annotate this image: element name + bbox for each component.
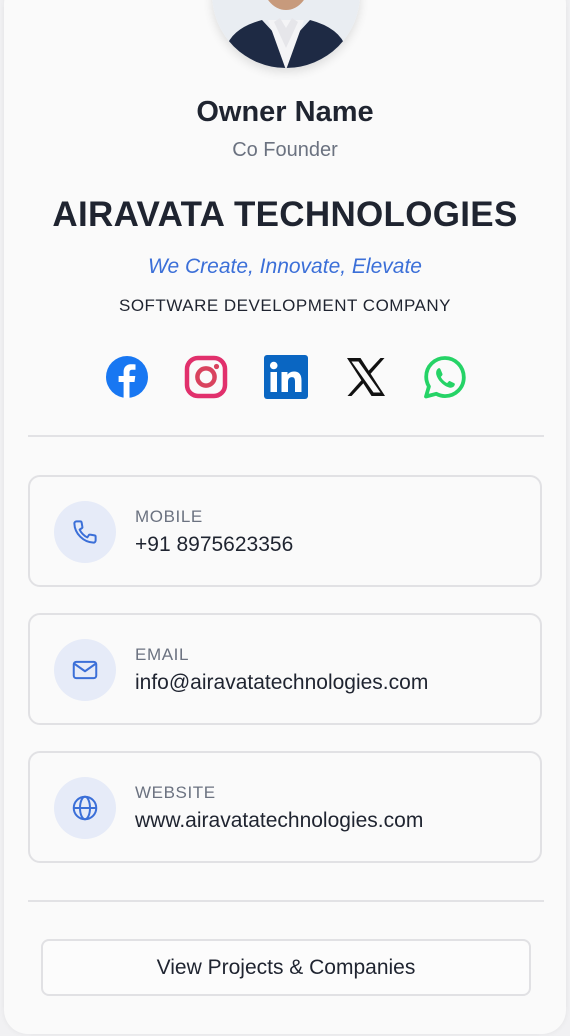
phone-icon [54,501,116,563]
mobile-value: +91 8975623356 [135,533,294,556]
x-link[interactable] [344,355,388,399]
mobile-card[interactable]: MOBILE +91 8975623356 [28,475,542,587]
owner-name: Owner Name [196,96,374,128]
instagram-icon [184,355,228,399]
globe-icon [54,777,116,839]
website-card[interactable]: WEBSITE www.airavatatechnologies.com [28,751,542,863]
company-type: SOFTWARE DEVELOPMENT COMPANY [118,296,451,315]
facebook-icon [106,356,148,398]
owner-role: Co Founder [232,139,338,161]
divider [28,900,544,902]
company-name: AIRAVATA TECHNOLOGIES [52,195,518,234]
view-projects-button[interactable]: View Projects & Companies [41,939,531,996]
linkedin-icon [264,355,308,399]
email-value: info@airavatatechnologies.com [135,671,429,694]
whatsapp-icon [424,356,466,399]
mobile-label: MOBILE [135,507,203,526]
website-value: www.airavatatechnologies.com [135,809,424,832]
instagram-link[interactable] [184,355,228,399]
mail-icon [54,639,116,701]
facebook-link[interactable] [105,355,149,399]
x-icon [347,358,385,396]
website-label: WEBSITE [135,783,216,802]
linkedin-link[interactable] [264,355,308,399]
email-card[interactable]: EMAIL info@airavatatechnologies.com [28,613,542,725]
email-label: EMAIL [135,645,190,664]
company-tagline: We Create, Innovate, Elevate [148,255,422,278]
whatsapp-link[interactable] [423,355,467,399]
divider [28,435,544,437]
